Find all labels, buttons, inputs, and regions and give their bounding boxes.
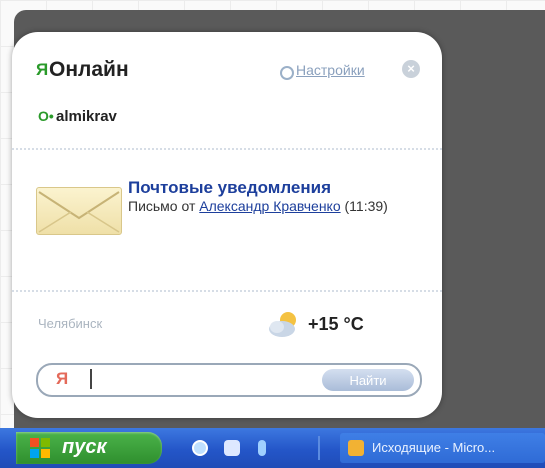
- yandex-search-logo: Я: [56, 369, 69, 388]
- media-icon[interactable]: [258, 440, 266, 456]
- quicklaunch-icon[interactable]: [224, 440, 240, 456]
- yandex-logo: Я: [36, 60, 49, 79]
- taskbar: пуск Исходящие - Micro...: [0, 428, 545, 468]
- mail-prefix: Письмо от: [128, 198, 196, 214]
- online-status-icon: O•: [38, 108, 54, 124]
- weather-temperature: +15 °C: [308, 314, 364, 334]
- search-box: Я Найти: [36, 363, 422, 397]
- close-icon[interactable]: ×: [402, 60, 420, 78]
- settings-icon[interactable]: [280, 66, 294, 80]
- mail-time: (11:39): [344, 198, 388, 214]
- search-button[interactable]: Найти: [322, 369, 414, 391]
- settings-link[interactable]: Настройки: [296, 62, 365, 78]
- mail-notification-text: Письмо от Александр Кравченко (11:39): [128, 197, 428, 216]
- mail-notification-title[interactable]: Почтовые уведомления: [128, 178, 428, 197]
- mail-notification: Почтовые уведомления Письмо от Александр…: [128, 178, 428, 216]
- outlook-icon: [348, 440, 364, 456]
- yandex-online-gadget: Я Онлайн Настройки × O• almikrav Почтовы…: [12, 32, 442, 418]
- divider: [12, 148, 442, 150]
- start-button[interactable]: пуск: [16, 432, 162, 464]
- search-input[interactable]: [90, 369, 314, 389]
- browser-icon[interactable]: [192, 440, 208, 456]
- weather-city[interactable]: Челябинск: [38, 316, 102, 331]
- partly-cloudy-icon: [268, 310, 302, 338]
- windows-logo-icon: [30, 438, 50, 458]
- gadget-header: Я Онлайн Настройки ×: [36, 58, 426, 88]
- taskbar-window-label: Исходящие - Micro...: [372, 440, 496, 455]
- divider: [12, 290, 442, 292]
- mail-sender-link[interactable]: Александр Кравченко: [199, 198, 340, 214]
- username: almikrav: [56, 108, 117, 125]
- start-label: пуск: [62, 436, 107, 458]
- envelope-icon[interactable]: [36, 187, 122, 235]
- gadget-title: Онлайн: [49, 58, 129, 81]
- taskbar-window-button[interactable]: Исходящие - Micro...: [340, 433, 545, 463]
- taskbar-separator: [318, 436, 320, 460]
